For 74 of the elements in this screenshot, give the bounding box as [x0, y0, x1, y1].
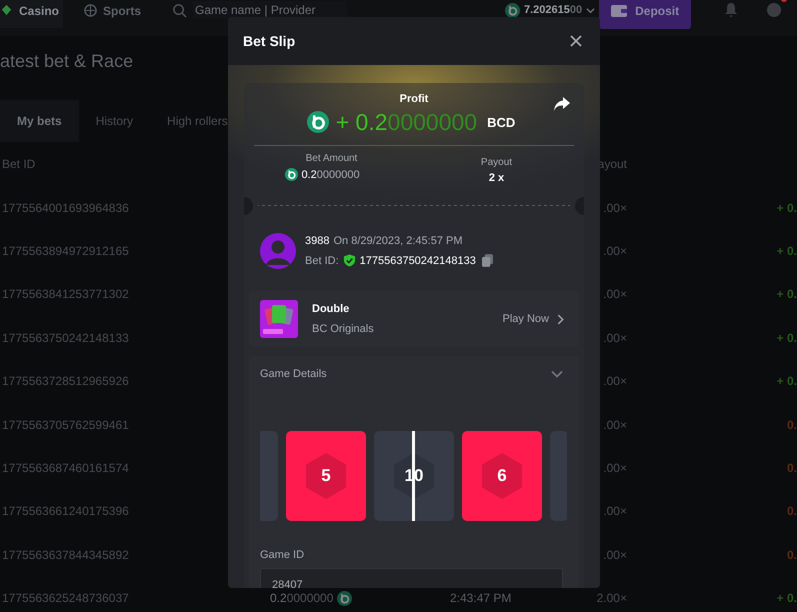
table-cell: 0.	[786, 504, 797, 518]
player-name: 3988	[305, 235, 330, 247]
tile-number: 5	[306, 453, 346, 499]
currency-label: BCD	[487, 114, 516, 130]
game-id-label: Game ID	[260, 549, 306, 561]
profit-label: Profit	[400, 93, 428, 105]
share-icon[interactable]	[553, 96, 571, 112]
bet-amount-label: Bet Amount	[306, 153, 358, 166]
bets-tab[interactable]: My bets	[0, 100, 79, 142]
table-cell-text: 1775563728512965926	[1, 374, 130, 388]
table-cell-text: 1775563841253771302	[1, 287, 130, 302]
page-title: atest bet & Race	[0, 51, 134, 71]
table-cell: 0.20000000	[270, 591, 334, 606]
wallet-icon	[611, 4, 628, 18]
game-provider: BC Originals	[312, 323, 375, 335]
table-cell: .00×	[603, 330, 627, 345]
table-cell: + 0.	[776, 330, 797, 345]
table-cell: 2.00×	[596, 591, 627, 606]
coin-icon	[505, 2, 520, 18]
nav-tab[interactable]: Casino	[0, 0, 63, 28]
copy-icon[interactable]	[482, 254, 493, 267]
coin-icon	[285, 168, 298, 181]
table-cell-text: 1775563625248736037	[1, 591, 130, 606]
ball-icon	[84, 4, 97, 17]
table-cell: .00×	[603, 461, 627, 476]
table-cell: .00×	[603, 548, 627, 562]
table-cell-text: 1775563894972912165	[1, 244, 130, 258]
table-cell: .00×	[603, 504, 627, 518]
chevron-down-icon	[551, 370, 563, 378]
profit-amount: + 0.20000000	[336, 108, 478, 136]
table-cell: .00×	[603, 374, 627, 388]
chevron-right-icon	[557, 314, 564, 324]
coin-icon	[306, 111, 329, 133]
table-cell: + 0.	[776, 244, 797, 258]
table-cell-text: 1775563750242148133	[1, 330, 130, 345]
table-cell: + 0.	[776, 374, 797, 388]
game-details-header[interactable]: Game Details	[260, 356, 563, 392]
clover-icon	[0, 4, 13, 17]
table-cell: + 0.	[776, 200, 797, 215]
game-name: Double	[312, 303, 350, 315]
table-cell: 0.	[786, 418, 797, 432]
avatar	[260, 233, 296, 269]
payout-label: Payout	[480, 157, 512, 170]
search-icon	[172, 2, 187, 18]
table-cell: 0.	[786, 461, 797, 476]
column-header: Bet ID	[2, 157, 36, 171]
table-cell: + 0.	[776, 287, 797, 302]
payout-value: 2 x	[488, 172, 504, 184]
table-cell-text: 1775564001693964836	[1, 200, 130, 215]
bet-time: On 8/29/2023, 2:45:57 PM	[333, 235, 463, 247]
close-icon[interactable]	[570, 35, 582, 47]
table-cell-text: 1775563705762599461	[1, 418, 130, 432]
bet-id: 1775563750242148133	[360, 254, 476, 266]
dialog-title: Bet Slip	[243, 33, 296, 49]
bet-amount-value: 0.20000000	[301, 168, 360, 180]
coin-icon	[337, 590, 352, 606]
deposit-button[interactable]: Deposit	[599, 0, 692, 29]
table-cell: .00×	[603, 200, 627, 215]
play-now-link[interactable]: Play Now	[502, 313, 564, 325]
table-cell: .00×	[603, 244, 627, 258]
table-cell: .00×	[603, 287, 627, 302]
table-cell: + 0.	[776, 591, 797, 606]
nav-tab[interactable]: Sports	[84, 0, 164, 28]
game-thumbnail	[260, 300, 298, 338]
table-cell: 0.	[786, 548, 797, 562]
search-field[interactable]: Game name | Provider	[193, 1, 347, 19]
bet-id-label: Bet ID:	[305, 254, 339, 266]
table-cell: 2:43:47 PM	[450, 591, 512, 606]
table-cell-text: 1775563661240175396	[1, 504, 130, 518]
caret-icon	[586, 6, 596, 14]
game-id-field[interactable]: 28407	[260, 568, 563, 588]
table-cell-text: 1775563687460161574	[1, 461, 130, 476]
tile-number: 6	[482, 453, 522, 499]
table-cell: .00×	[603, 418, 627, 432]
